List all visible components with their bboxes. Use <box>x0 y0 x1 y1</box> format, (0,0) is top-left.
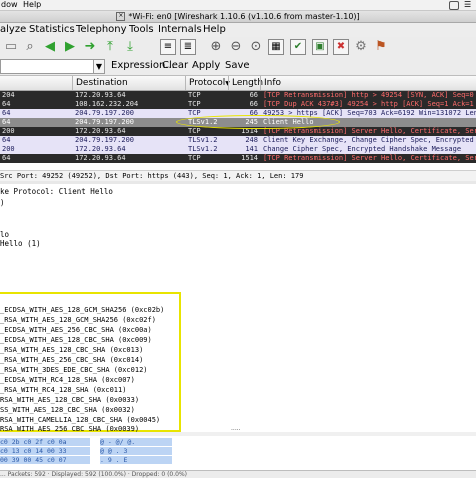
cipher-suite-item[interactable]: _ECDSA_WITH_RC4_128_SHA (0xc007) <box>0 376 135 385</box>
menu-tools[interactable]: Tools <box>129 23 154 37</box>
hex-bytes[interactable]: c0 13 c0 14 00 33 <box>0 447 90 455</box>
preferences-icon[interactable]: ⚙ <box>353 39 369 55</box>
os-menu-window[interactable]: dow <box>1 0 18 10</box>
cipher-suite-item[interactable]: RSA_WITH_AES_128_CBC_SHA (0x0033) <box>0 396 139 405</box>
apply-button[interactable]: Apply <box>192 58 220 74</box>
autoscroll-icon[interactable]: ≣ <box>180 39 196 55</box>
packet-details-pane[interactable]: ke Protocol: Client Hello ) lo Hello (1)… <box>0 184 476 433</box>
cipher-suite-item[interactable]: _RSA_WITH_AES_128_GCM_SHA256 (0xc02f) <box>0 316 156 325</box>
search-icon[interactable]: ⌕ <box>22 39 38 55</box>
hex-bytes[interactable]: 00 39 00 45 c0 07 <box>0 456 90 464</box>
detail-line[interactable]: lo <box>0 230 9 239</box>
packet-row[interactable]: 64 172.20.93.64 TCP 1514 [TCP Retransmis… <box>0 154 476 163</box>
column-length[interactable]: Length <box>228 76 263 90</box>
cipher-suite-item[interactable]: _RSA_WITH_3DES_EDE_CBC_SHA (0xc012) <box>0 366 148 375</box>
help-icon[interactable]: ⚑ <box>373 39 389 55</box>
window-titlebar: × *Wi-Fi: en0 [Wireshark 1.10.6 (v1.10.6 … <box>0 11 476 23</box>
back-arrow-icon[interactable]: ◀ <box>42 39 58 55</box>
normal-size-icon[interactable]: ⊙ <box>248 39 264 55</box>
zoom-out-icon[interactable]: ⊖ <box>228 39 244 55</box>
packet-row[interactable]: 64 204.79.197.200 TLSv1.2 248 Client Key… <box>0 136 476 145</box>
cipher-suite-item[interactable]: RSA_WITH_CAMELLIA_128_CBC_SHA (0x0045) <box>0 416 160 425</box>
hex-ascii[interactable]: @ @ . 3 <box>100 447 172 455</box>
hex-bytes[interactable]: c0 2b c0 2f c0 0a <box>0 438 90 446</box>
packet-row[interactable]: 200 172.20.93.64 TCP 1514 [TCP Retransmi… <box>0 127 476 136</box>
save-button[interactable]: Save <box>225 58 250 74</box>
hex-ascii[interactable]: @ - @/ @. <box>100 438 172 446</box>
capture-filters-icon[interactable]: ✔ <box>290 39 306 55</box>
main-toolbar: ▭ ⌕ ◀ ▶ ➜ ⤒ ⤓ ≡ ≣ ⊕ ⊖ ⊙ ▦ ✔ ▣ ✖ ⚙ ⚑ <box>0 37 476 58</box>
colorize-icon[interactable]: ≡ <box>160 39 176 55</box>
cipher-suite-item[interactable]: _ECDSA_WITH_AES_128_CBC_SHA (0xc009) <box>0 336 152 345</box>
os-menu-help[interactable]: Help <box>23 0 41 10</box>
menu-extras-icon[interactable]: ☰ <box>464 0 471 10</box>
column-info[interactable]: Info <box>260 76 476 90</box>
file-icon[interactable]: ▭ <box>3 39 19 55</box>
battery-icon <box>449 1 459 10</box>
display-filter-input[interactable] <box>0 59 94 74</box>
cipher-suite-item[interactable]: _ECDSA_WITH_AES_256_CBC_SHA (0xc00a) <box>0 326 152 335</box>
cipher-suite-item[interactable]: _RSA_WITH_AES_128_CBC_SHA (0xc013) <box>0 346 143 355</box>
column-protocol[interactable]: Protocol▼ <box>185 76 230 90</box>
cipher-suite-item[interactable]: _RSA_WITH_RC4_128_SHA (0xc011) <box>0 386 126 395</box>
zoom-in-icon[interactable]: ⊕ <box>208 39 224 55</box>
detail-line[interactable]: ke Protocol: Client Hello <box>0 187 113 196</box>
app-menubar: alyze Statistics Telephony Tools Interna… <box>0 23 476 38</box>
forward-arrow-icon[interactable]: ▶ <box>62 39 78 55</box>
packet-row[interactable]: 204 172.20.93.64 TCP 66 [TCP Retransmiss… <box>0 91 476 100</box>
os-menubar: dow Help ☰ <box>0 0 476 11</box>
column-source[interactable] <box>0 76 72 90</box>
coloring-rules-icon[interactable]: ✖ <box>333 39 349 55</box>
menu-analyze[interactable]: alyze <box>0 23 26 37</box>
cipher-suite-item[interactable]: _ECDSA_WITH_AES_128_GCM_SHA256 (0xc02b) <box>0 306 164 315</box>
detail-line[interactable]: ) <box>0 198 5 207</box>
packet-row[interactable]: 64 204.79.197.200 TCP 66 49253 > https [… <box>0 109 476 118</box>
filter-toolbar: ▼ Expression... Clear Apply Save <box>0 57 476 76</box>
hex-dump-pane[interactable]: c0 2b c0 2f c0 0a @ - @/ @. c0 13 c0 14 … <box>0 436 476 470</box>
last-packet-icon[interactable]: ⤓ <box>122 39 138 55</box>
detail-line[interactable]: Hello (1) <box>0 239 41 248</box>
clear-button[interactable]: Clear <box>162 58 188 74</box>
display-filters-icon[interactable]: ▣ <box>312 39 328 55</box>
filter-dropdown-button[interactable]: ▼ <box>93 59 105 74</box>
first-packet-icon[interactable]: ⤒ <box>102 39 118 55</box>
menu-internals[interactable]: Internals <box>158 23 202 37</box>
menu-telephony[interactable]: Telephony <box>76 23 127 37</box>
hex-ascii[interactable]: . 9 . E <box>100 456 172 464</box>
resize-columns-icon[interactable]: ▦ <box>268 39 284 55</box>
column-destination[interactable]: Destination <box>72 76 185 90</box>
menu-help[interactable]: Help <box>203 23 226 37</box>
chevron-down-icon: ▼ <box>95 62 103 71</box>
splitter-grip-icon[interactable]: ····· <box>231 428 241 434</box>
go-to-icon[interactable]: ➜ <box>82 39 98 55</box>
window-title: *Wi-Fi: en0 [Wireshark 1.10.6 (v1.10.6 f… <box>128 12 360 21</box>
packet-row[interactable]: 200 172.20.93.64 TLSv1.2 141 Change Ciph… <box>0 145 476 154</box>
packet-list[interactable]: 204 172.20.93.64 TCP 66 [TCP Retransmiss… <box>0 91 476 169</box>
menu-statistics[interactable]: Statistics <box>29 23 75 37</box>
close-window-icon[interactable]: × <box>116 12 126 21</box>
packet-row[interactable]: 64 108.162.232.204 TCP 66 [TCP Dup ACK 4… <box>0 100 476 109</box>
packet-row-selected[interactable]: 64 204.79.197.200 TLSv1.2 245 Client Hel… <box>0 118 476 127</box>
cipher-suite-item[interactable]: _RSA_WITH_AES_256_CBC_SHA (0xc014) <box>0 356 143 365</box>
cipher-suite-item[interactable]: SS_WITH_AES_128_CBC_SHA (0x0032) <box>0 406 135 415</box>
packet-list-header: Destination Protocol▼ Length Info <box>0 76 476 91</box>
